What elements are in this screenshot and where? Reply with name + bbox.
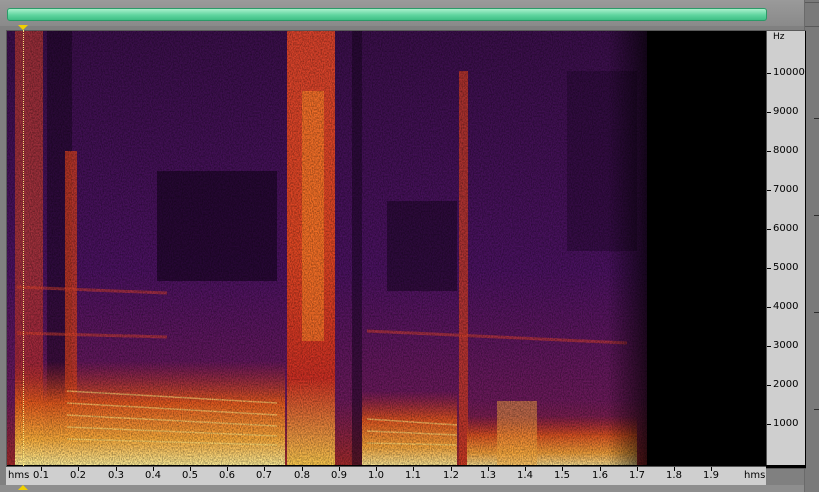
time-label: 0.7 [256, 470, 272, 481]
time-label: 1.3 [480, 470, 496, 481]
frequency-label: 4000 [773, 301, 799, 312]
frequency-label: 5000 [773, 262, 799, 273]
frequency-label: 1000 [773, 418, 799, 429]
time-label: 0.5 [182, 470, 198, 481]
frequency-tick [767, 346, 771, 347]
spectrogram-view[interactable] [7, 31, 766, 465]
frequency-label: 10000 [773, 67, 805, 78]
selection-start-marker-top[interactable] [18, 25, 28, 30]
time-label: 1.2 [443, 470, 459, 481]
frequency-tick [767, 151, 771, 152]
scroll-marker [814, 312, 819, 313]
frequency-axis: Hz 10000 9000 8000 7000 6000 5000 4000 3… [766, 31, 805, 465]
horizontal-scroll-thumb[interactable] [7, 8, 767, 21]
frequency-label: 7000 [773, 184, 799, 195]
frequency-tick [767, 229, 771, 230]
time-label: 1.0 [368, 470, 384, 481]
time-unit-left: hms [8, 470, 30, 481]
time-label: 1.4 [517, 470, 533, 481]
frequency-tick [767, 424, 771, 425]
bottom-strip [0, 485, 804, 492]
frequency-tick [767, 385, 771, 386]
frequency-label: 6000 [773, 223, 799, 234]
frequency-tick [767, 112, 771, 113]
time-label: 1.6 [592, 470, 608, 481]
scroll-marker [814, 118, 819, 119]
time-label: 1.9 [703, 470, 719, 481]
time-label: 0.2 [70, 470, 86, 481]
time-label: 1.5 [554, 470, 570, 481]
frequency-tick [767, 307, 771, 308]
frequency-label: 3000 [773, 340, 799, 351]
time-axis: hms hms 0.1 0.2 0.3 0.4 0.5 0.6 0.7 0.8 … [6, 466, 766, 486]
frequency-label: 8000 [773, 145, 799, 156]
frequency-label: 2000 [773, 379, 799, 390]
scrollbar-separator [805, 2, 819, 3]
time-label: 0.6 [219, 470, 235, 481]
time-label: 0.9 [331, 470, 347, 481]
frequency-tick [767, 73, 771, 74]
playhead-cursor[interactable] [23, 30, 24, 466]
time-label: 0.4 [145, 470, 161, 481]
right-scrollbar[interactable] [804, 0, 819, 492]
time-label: 1.7 [629, 470, 645, 481]
time-label: 0.1 [33, 470, 49, 481]
time-label: 0.3 [108, 470, 124, 481]
time-label: 0.8 [294, 470, 310, 481]
scrollbar-separator [805, 26, 819, 27]
time-label: 1.8 [666, 470, 682, 481]
overview-bar [0, 0, 819, 26]
time-unit-right: hms [744, 470, 766, 481]
selection-start-marker-bottom[interactable] [18, 485, 28, 490]
frequency-label: 9000 [773, 106, 799, 117]
scroll-marker [814, 215, 819, 216]
frequency-unit: Hz [773, 32, 785, 42]
time-label: 1.1 [405, 470, 421, 481]
frequency-tick [767, 268, 771, 269]
scroll-marker [814, 409, 819, 410]
frequency-tick [767, 190, 771, 191]
